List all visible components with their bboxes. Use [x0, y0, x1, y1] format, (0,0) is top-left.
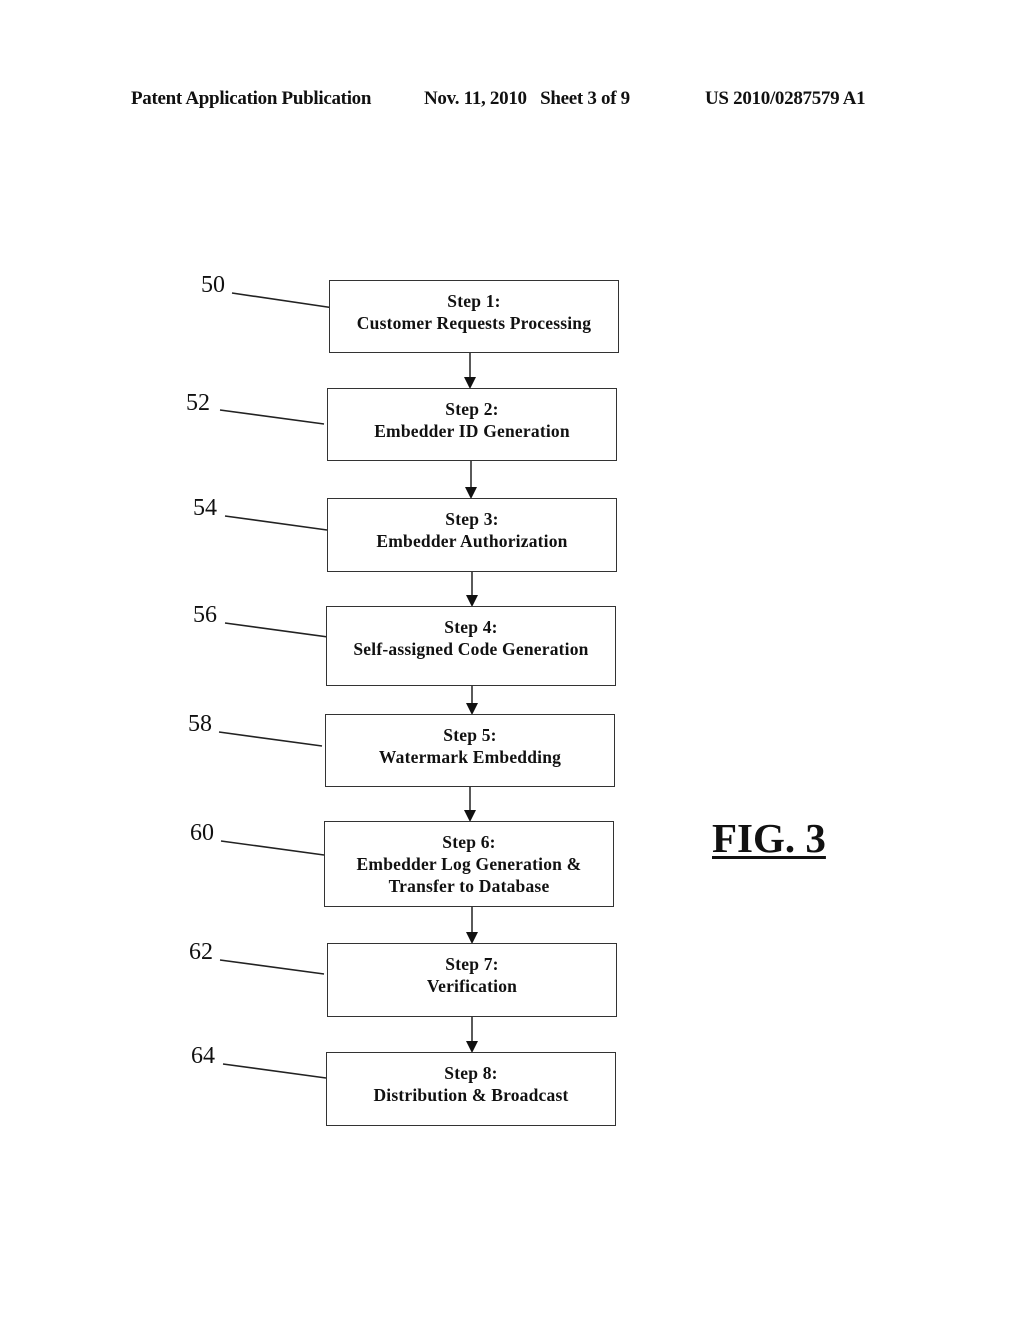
- step-description-line-2: Transfer to Database: [388, 876, 550, 896]
- step-title: Step 8:: [444, 1063, 498, 1083]
- step-description: Embedder Log Generation &: [356, 854, 582, 874]
- step-box-1: Step 1: Customer Requests Processing: [329, 280, 619, 353]
- step-description: Distribution & Broadcast: [373, 1085, 569, 1105]
- step-description: Watermark Embedding: [378, 747, 562, 767]
- reference-numeral: 62: [189, 939, 213, 965]
- step-box-6: Step 6: Embedder Log Generation & Transf…: [324, 821, 614, 907]
- reference-numeral: 58: [188, 711, 212, 737]
- step-title: Step 1:: [447, 291, 501, 311]
- step-box-3: Step 3: Embedder Authorization: [327, 498, 617, 572]
- reference-numeral: 60: [190, 820, 214, 846]
- step-box-4: Step 4: Self-assigned Code Generation: [326, 606, 616, 686]
- leader-line-52: [219, 409, 325, 425]
- leader-line-50: [231, 292, 335, 309]
- step-title: Step 4:: [444, 617, 498, 637]
- step-description: Self-assigned Code Generation: [353, 639, 589, 659]
- leader-line-56: [224, 622, 329, 638]
- step-description: Embedder ID Generation: [374, 421, 570, 441]
- step-box-5: Step 5: Watermark Embedding: [325, 714, 615, 787]
- reference-numeral: 52: [186, 390, 210, 416]
- step-title: Step 6:: [442, 832, 496, 852]
- step-box-7: Step 7: Verification: [327, 943, 617, 1017]
- step-title: Step 5:: [443, 725, 497, 745]
- step-box-8: Step 8: Distribution & Broadcast: [326, 1052, 616, 1126]
- step-description: Embedder Authorization: [376, 531, 568, 551]
- reference-numeral: 50: [201, 272, 225, 298]
- leader-line-64: [222, 1063, 327, 1079]
- step-title: Step 3:: [445, 509, 499, 529]
- leader-line-62: [219, 959, 325, 975]
- step-title: Step 2:: [445, 399, 499, 419]
- step-title: Step 7:: [445, 954, 499, 974]
- leader-line-54: [224, 515, 328, 531]
- leader-line-58: [218, 731, 323, 747]
- step-description: Customer Requests Processing: [356, 313, 592, 333]
- figure-label: FIG. 3: [712, 815, 826, 861]
- reference-numeral: 54: [193, 495, 217, 521]
- reference-numeral: 64: [191, 1043, 215, 1069]
- leader-line-60: [220, 840, 325, 856]
- step-box-2: Step 2: Embedder ID Generation: [327, 388, 617, 461]
- step-description: Verification: [426, 976, 518, 996]
- reference-numeral: 56: [193, 602, 217, 628]
